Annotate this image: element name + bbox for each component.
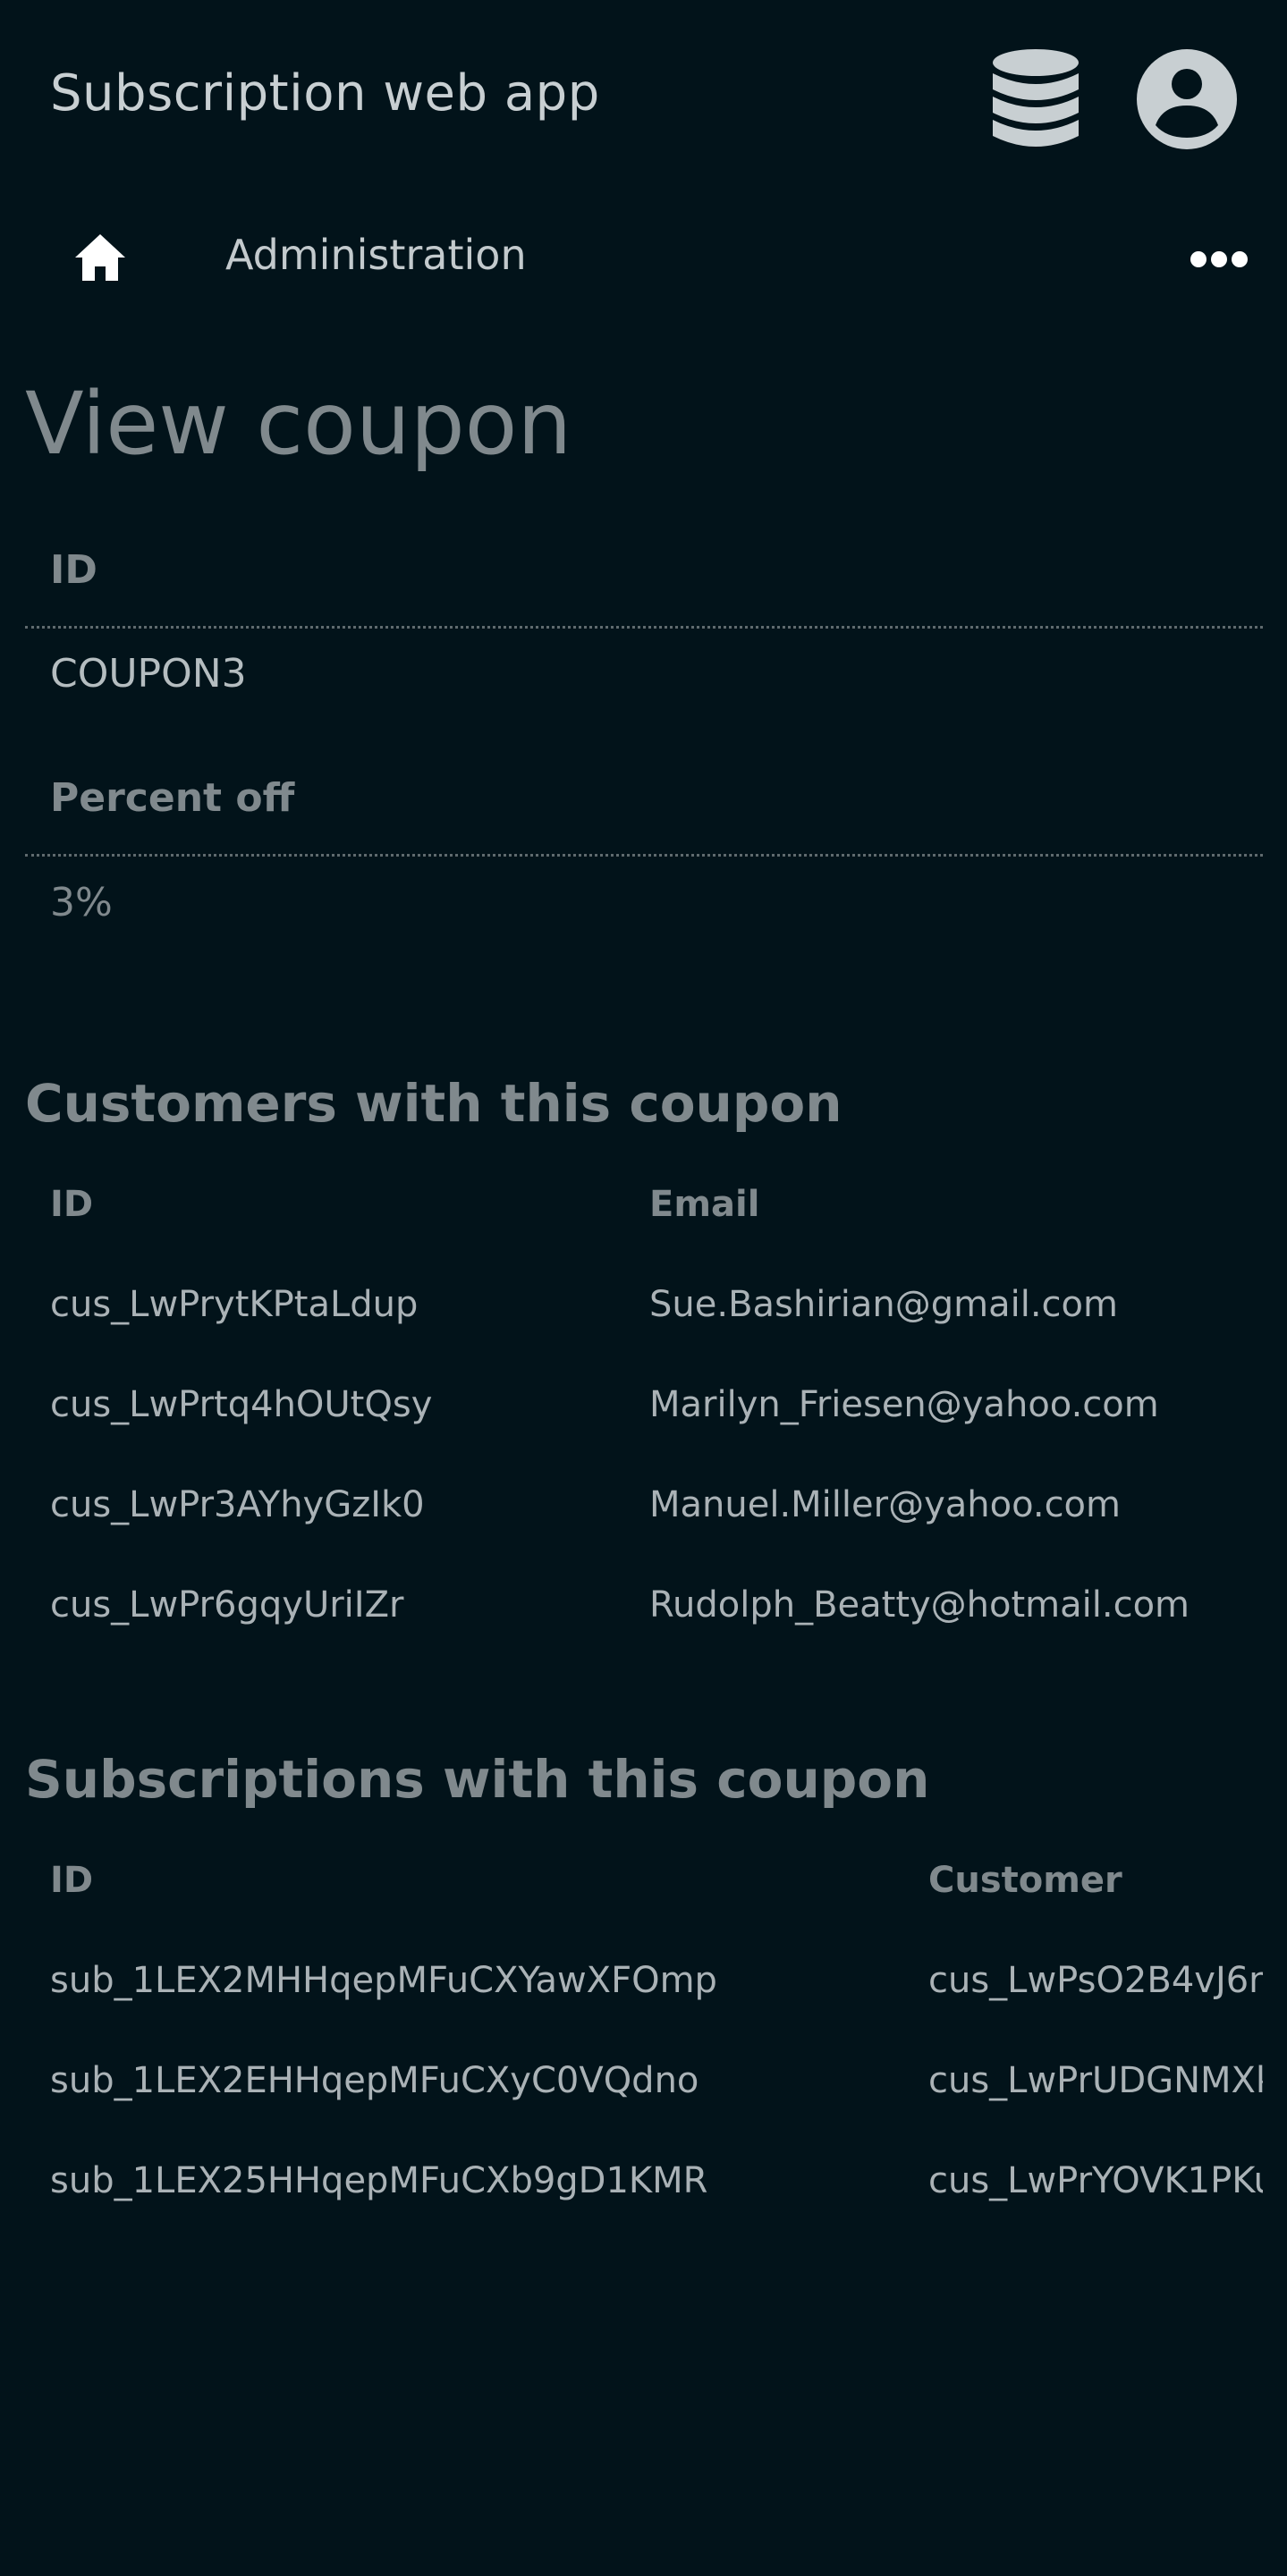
app-header: Subscription web app: [0, 0, 1287, 197]
field-divider: [25, 854, 1263, 857]
nav-bar: Administration: [0, 206, 1287, 313]
subscription-id-cell[interactable]: sub_1LEX2EHHqepMFuCXyC0VQdno: [50, 2060, 699, 2101]
customer-email-cell: Rudolph_Beatty@hotmail.com: [649, 1584, 1190, 1626]
field-label-percent-off: Percent off: [50, 775, 295, 821]
subscription-id-cell[interactable]: sub_1LEX2MHHqepMFuCXYawXFOmp: [50, 1960, 717, 2001]
customers-col-email: Email: [649, 1184, 760, 1225]
app-title: Subscription web app: [50, 64, 600, 122]
customers-col-id: ID: [50, 1184, 94, 1225]
customer-id-cell[interactable]: cus_LwPrtq4hOUtQsy: [50, 1384, 432, 1425]
field-value-percent-off: 3%: [50, 880, 113, 925]
more-horizontal-icon[interactable]: [1190, 249, 1249, 270]
subscriptions-table: ID Customer sub_1LEX2MHHqepMFuCXYawXFOmp…: [0, 1851, 1263, 2226]
customer-id-cell[interactable]: cus_LwPrytKPtaLdup: [50, 1284, 418, 1325]
subscriptions-col-customer: Customer: [928, 1860, 1122, 1901]
customer-id-cell[interactable]: cus_LwPr3AYhyGzIk0: [50, 1484, 425, 1525]
field-divider: [25, 626, 1263, 629]
subscription-customer-cell[interactable]: cus_LwPrUDGNMXk: [928, 2060, 1263, 2101]
database-icon[interactable]: [991, 48, 1080, 152]
subscription-customer-cell[interactable]: cus_LwPrYOVK1PKu: [928, 2160, 1263, 2201]
customer-email-cell: Marilyn_Friesen@yahoo.com: [649, 1384, 1159, 1425]
field-value-id: COUPON3: [50, 651, 247, 697]
customer-email-cell: Manuel.Miller@yahoo.com: [649, 1484, 1121, 1525]
subscriptions-section-title: Subscriptions with this coupon: [25, 1749, 930, 1810]
customer-email-cell: Sue.Bashirian@gmail.com: [649, 1284, 1118, 1325]
customer-id-cell[interactable]: cus_LwPr6gqyUriIZr: [50, 1584, 403, 1626]
subscription-customer-cell[interactable]: cus_LwPsO2B4vJ6n: [928, 1960, 1263, 2001]
home-icon[interactable]: [73, 232, 127, 283]
account-circle-icon[interactable]: [1136, 48, 1238, 150]
customers-section-title: Customers with this coupon: [25, 1073, 842, 1134]
subscription-id-cell[interactable]: sub_1LEX25HHqepMFuCXb9gD1KMR: [50, 2160, 707, 2201]
page-title: View coupon: [25, 374, 572, 474]
subscriptions-col-id: ID: [50, 1860, 94, 1901]
field-label-id: ID: [50, 547, 97, 593]
nav-link-administration[interactable]: Administration: [225, 231, 527, 279]
